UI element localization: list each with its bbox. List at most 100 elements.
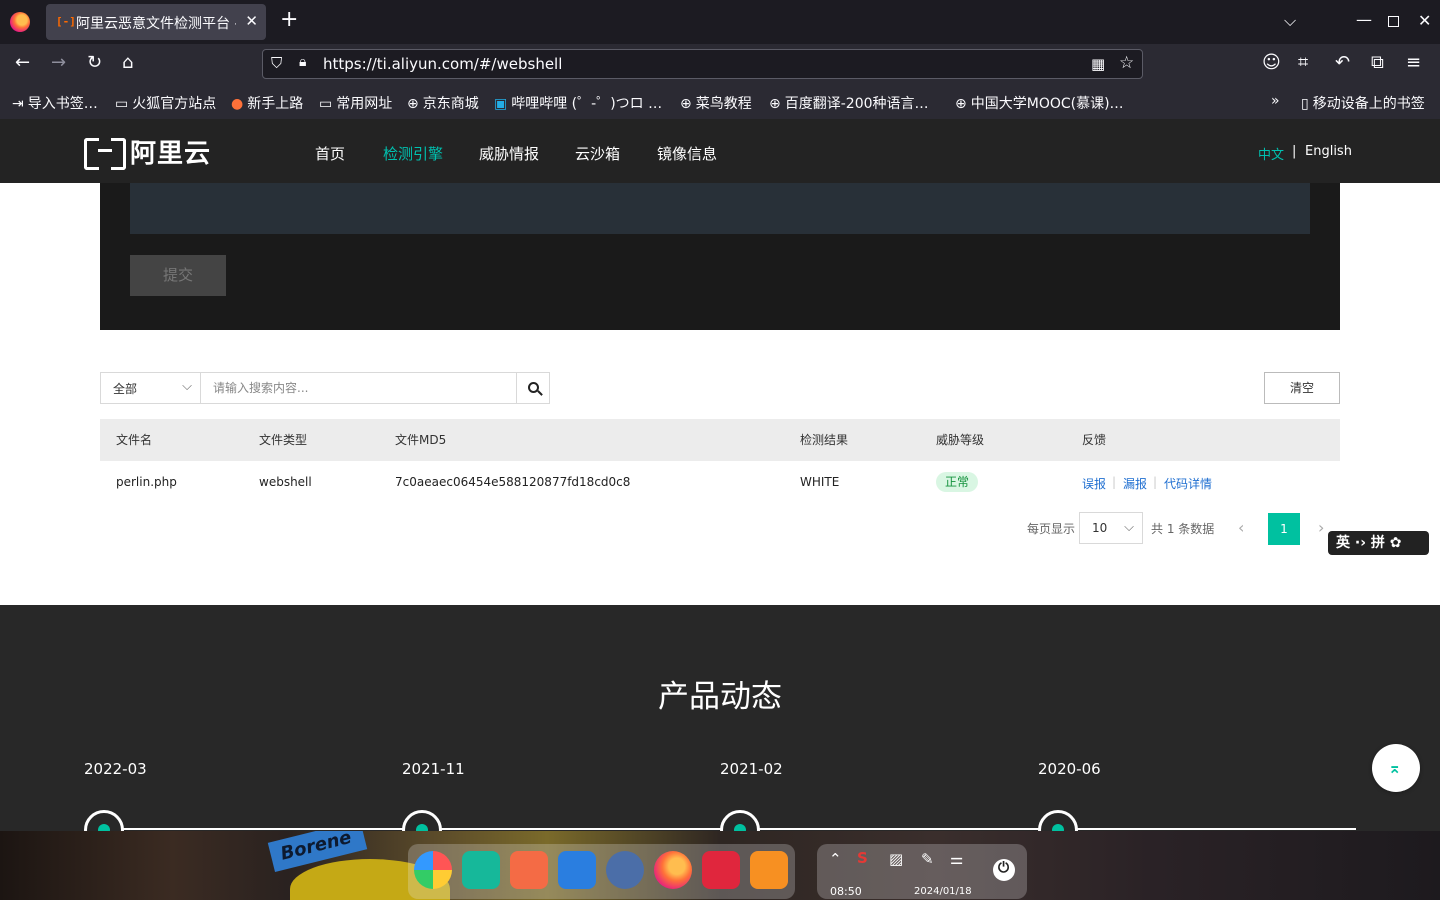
aliyun-logo[interactable]: 阿里云 xyxy=(84,135,211,170)
nav-threat-intel[interactable]: 威胁情报 xyxy=(479,143,539,164)
shopping-bag-icon[interactable] xyxy=(750,851,788,889)
product-news-section: 产品动态 2022-03 2021-11 2021-02 2020-06 ⌅ xyxy=(0,605,1440,850)
tab-close-icon[interactable]: ✕ xyxy=(245,12,258,30)
submit-button[interactable]: 提交 xyxy=(130,255,226,296)
false-negative-link[interactable]: 漏报 xyxy=(1123,475,1147,492)
qr-code-icon[interactable]: ▦ xyxy=(1091,55,1105,73)
false-positive-link[interactable]: 误报 xyxy=(1082,475,1106,492)
window-close-icon[interactable]: ✕ xyxy=(1418,11,1431,30)
code-input-area[interactable] xyxy=(130,183,1310,234)
bookmark-baidu-translate[interactable]: ⊕ 百度翻译-200种语言… xyxy=(769,93,929,113)
total-count: 共 1 条数据 xyxy=(1151,522,1215,536)
extensions-icon[interactable]: ⧉ xyxy=(1371,52,1384,73)
back-icon[interactable]: ← xyxy=(15,52,30,73)
screenshot-icon[interactable]: ▨ xyxy=(889,850,903,868)
page-size-value: 10 xyxy=(1092,521,1108,535)
nav-home[interactable]: 首页 xyxy=(315,143,345,164)
bookmark-jd[interactable]: ⊕ 京东商城 xyxy=(407,93,479,113)
profile-avatar-icon[interactable]: ☺ xyxy=(1262,52,1281,73)
file-manager-icon[interactable] xyxy=(462,851,500,889)
upload-panel: 提交 xyxy=(100,183,1340,330)
active-tab[interactable]: [-] 阿里云恶意文件检测平台 - ✕ xyxy=(46,4,266,40)
col-feedback: 反馈 xyxy=(1082,433,1107,447)
pen-icon[interactable]: ✎ xyxy=(921,850,934,868)
site-header: 阿里云 首页 检测引擎 威胁情报 云沙箱 镜像信息 中文 | English xyxy=(0,119,1440,183)
lang-separator: | xyxy=(1292,144,1297,159)
firefox-dock-icon[interactable] xyxy=(654,851,692,889)
screenshot-crop-icon[interactable]: ⌗ xyxy=(1298,52,1308,73)
bookmark-firefox-sites[interactable]: ▭ 火狐官方站点 xyxy=(115,93,216,113)
sogou-input-icon[interactable]: S xyxy=(857,849,868,867)
reload-icon[interactable]: ↻ xyxy=(87,52,102,73)
timeline-date: 2021-11 xyxy=(402,760,465,778)
mobile-bookmarks[interactable]: ▯ 移动设备上的书签 xyxy=(1301,93,1425,113)
lang-english[interactable]: English xyxy=(1305,144,1352,159)
bookmark-star-icon[interactable]: ☆ xyxy=(1119,53,1134,73)
feedback-divider: | xyxy=(1112,475,1117,489)
aliyun-favicon-icon: [-] xyxy=(56,15,76,28)
list-all-tabs-icon[interactable]: ⌵ xyxy=(1284,11,1296,31)
app-menu-icon[interactable]: ≡ xyxy=(1406,52,1421,73)
firefox-menu-icon[interactable] xyxy=(10,12,30,32)
back-to-top-button[interactable]: ⌅ xyxy=(1372,744,1420,792)
power-icon: ⏻ xyxy=(998,860,1010,876)
globe-icon: ⊕ xyxy=(769,96,781,112)
bookmark-mooc[interactable]: ⊕ 中国大学MOOC(慕课)… xyxy=(955,93,1124,113)
search-input[interactable] xyxy=(200,372,517,404)
clock-date[interactable]: 2024/01/18 xyxy=(914,886,972,897)
threat-level-badge: 正常 xyxy=(936,472,979,492)
nav-image-info[interactable]: 镜像信息 xyxy=(657,143,717,164)
page-1-button[interactable]: 1 xyxy=(1268,513,1300,545)
address-bar[interactable]: ⛉ 🔒︎ https://ti.aliyun.com/#/webshell ▦ … xyxy=(262,49,1143,79)
cell-md5: 7c0aeaec06454e588120877fd18cd0c8 xyxy=(395,475,631,489)
new-tab-button[interactable]: + xyxy=(280,9,298,31)
toggle-switch-icon[interactable]: ⚌ xyxy=(950,850,963,868)
app-store-icon[interactable] xyxy=(510,851,548,889)
clock-time[interactable]: 08:50 xyxy=(830,885,862,898)
page-size-select[interactable]: 10 ⌵ xyxy=(1079,512,1143,544)
timeline-date: 2022-03 xyxy=(84,760,147,778)
table-header: 文件名 文件类型 文件MD5 检测结果 威胁等级 反馈 xyxy=(100,419,1340,461)
bookmark-bilibili[interactable]: ▣ 哔哩哔哩 (゜-゜)つロ … xyxy=(494,93,662,113)
forward-icon[interactable]: → xyxy=(51,52,66,73)
settings-gear-icon[interactable] xyxy=(606,851,644,889)
firefox-icon: ● xyxy=(231,96,244,112)
lang-chinese[interactable]: 中文 xyxy=(1258,144,1284,163)
ime-toolbar[interactable]: 英 ·› 拼 ✿ xyxy=(1328,531,1429,555)
bookmark-getting-started[interactable]: ● 新手上路 xyxy=(231,93,303,113)
nav-detection-engine[interactable]: 检测引擎 xyxy=(383,143,443,164)
undo-arrow-icon[interactable]: ↶ xyxy=(1335,52,1350,73)
next-page-icon[interactable]: › xyxy=(1318,518,1324,537)
tray-expand-icon[interactable]: ⌃ xyxy=(829,850,842,868)
url-text[interactable]: https://ti.aliyun.com/#/webshell xyxy=(323,55,562,73)
prev-page-icon[interactable]: ‹ xyxy=(1238,518,1244,537)
feedback-divider: | xyxy=(1153,475,1158,489)
bookmark-runoob[interactable]: ⊕ 菜鸟教程 xyxy=(680,93,752,113)
mobile-icon: ▯ xyxy=(1301,96,1309,112)
cell-filename: perlin.php xyxy=(116,475,177,489)
bookmark-common-sites[interactable]: ▭ 常用网址 xyxy=(319,93,392,113)
per-page-label: 每页显示 xyxy=(1027,522,1076,536)
tracking-shield-icon[interactable]: ⛉ xyxy=(271,54,282,72)
filter-value: 全部 xyxy=(113,382,138,396)
window-maximize-icon[interactable] xyxy=(1388,16,1399,27)
terminal-icon[interactable] xyxy=(702,851,740,889)
col-result: 检测结果 xyxy=(800,433,849,447)
code-detail-link[interactable]: 代码详情 xyxy=(1164,475,1212,492)
window-minimize-icon[interactable]: — xyxy=(1356,10,1372,29)
bookmarks-overflow-icon[interactable]: » xyxy=(1271,93,1280,109)
import-icon: ⇥ xyxy=(12,96,24,112)
home-icon[interactable]: ⌂ xyxy=(122,52,133,73)
table-row: perlin.php webshell 7c0aeaec06454e588120… xyxy=(100,461,1340,503)
bookmark-import[interactable]: ⇥ 导入书签… xyxy=(12,93,98,113)
clear-button[interactable]: 清空 xyxy=(1264,372,1340,404)
power-button[interactable]: ⏻ xyxy=(993,859,1015,881)
filter-select[interactable]: 全部 ⌵ xyxy=(100,372,200,404)
bookmarks-bar: ⇥ 导入书签… ▭ 火狐官方站点 ● 新手上路 ▭ 常用网址 ⊕ 京东商城 ▣ 哔哩哔哩 (… xyxy=(0,84,1440,119)
chevron-down-icon: ⌵ xyxy=(182,379,192,394)
search-button[interactable] xyxy=(516,372,550,404)
launcher-icon[interactable] xyxy=(414,851,452,889)
lock-icon[interactable]: 🔒︎ xyxy=(299,54,306,70)
document-viewer-icon[interactable] xyxy=(558,851,596,889)
nav-cloud-sandbox[interactable]: 云沙箱 xyxy=(575,143,620,164)
